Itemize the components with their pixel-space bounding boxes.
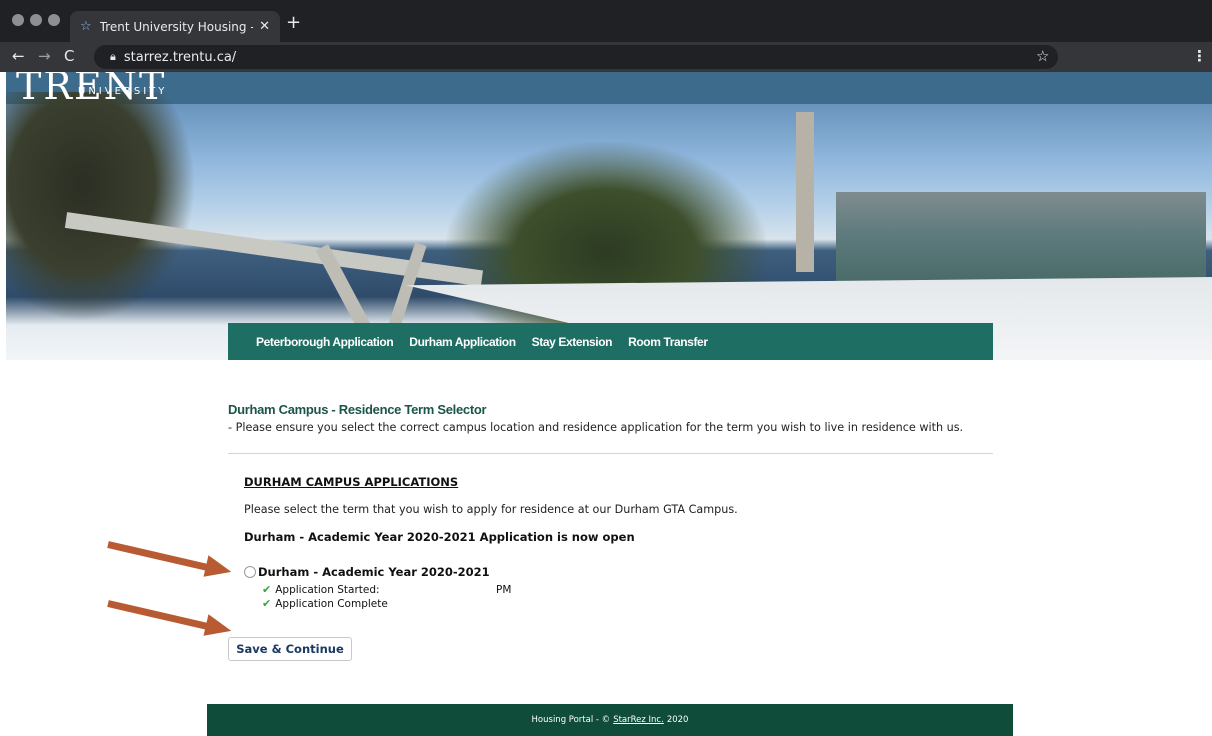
- browser-toolbar: ← → C 🔒︎ starrez.trentu.ca/ ☆ ⋮: [0, 42, 1212, 72]
- status-started: ✔ Application Started: PM: [262, 583, 511, 596]
- browser-tab[interactable]: ☆ Trent University Housing - Dur ✕: [70, 11, 280, 42]
- url-text: starrez.trentu.ca/: [123, 49, 237, 65]
- close-tab-icon[interactable]: ✕: [259, 19, 270, 34]
- term-radio[interactable]: [244, 566, 256, 578]
- forward-icon[interactable]: →: [38, 48, 51, 64]
- logo-subtitle: UNIVERSITY: [78, 86, 168, 97]
- annotation-arrow-head: [203, 555, 234, 583]
- tab-title: Trent University Housing - Dur: [99, 19, 253, 34]
- hero-banner: TRENT UNIVERSITY: [6, 72, 1212, 360]
- status-complete-label: Application Complete: [275, 597, 388, 610]
- lock-icon: 🔒︎: [110, 50, 116, 63]
- annotation-arrow-head: [203, 614, 234, 642]
- portal-nav: Peterborough Application Durham Applicat…: [228, 323, 993, 360]
- back-icon[interactable]: ←: [12, 48, 25, 64]
- browser-menu-icon[interactable]: ⋮: [1192, 47, 1207, 65]
- save-continue-button[interactable]: Save & Continue: [228, 637, 352, 661]
- applications-heading: DURHAM CAMPUS APPLICATIONS: [244, 475, 459, 489]
- footer-prefix: Housing Portal - ©: [531, 715, 611, 725]
- window-minimize-dot[interactable]: [30, 14, 42, 26]
- page-subtitle: - Please ensure you select the correct c…: [228, 421, 964, 434]
- check-icon: ✔: [262, 583, 272, 596]
- annotation-arrow-shaft: [107, 600, 211, 631]
- browser-titlebar: ☆ Trent University Housing - Dur ✕ +: [0, 0, 1212, 42]
- tree-silhouette: [6, 92, 196, 322]
- star-icon: ☆: [80, 19, 92, 34]
- reload-icon[interactable]: C: [64, 48, 74, 64]
- applications-description: Please select the term that you wish to …: [244, 503, 738, 516]
- window-zoom-dot[interactable]: [48, 14, 60, 26]
- nav-stay-extension[interactable]: Stay Extension: [532, 335, 613, 349]
- campus-building: [836, 192, 1206, 282]
- page-title: Durham Campus - Residence Term Selector: [228, 402, 487, 417]
- address-bar[interactable]: 🔒︎ starrez.trentu.ca/: [94, 45, 1058, 69]
- status-started-label: Application Started:: [275, 583, 380, 596]
- starrez-link[interactable]: StarRez Inc.: [613, 715, 664, 725]
- nav-peterborough-application[interactable]: Peterborough Application: [256, 335, 394, 349]
- footer: Housing Portal - © StarRez Inc. 2020: [207, 704, 1013, 736]
- campus-tower: [796, 112, 814, 272]
- application-open-notice: Durham - Academic Year 2020-2021 Applica…: [244, 530, 635, 544]
- nav-room-transfer[interactable]: Room Transfer: [628, 335, 708, 349]
- nav-durham-application[interactable]: Durham Application: [409, 335, 516, 349]
- check-icon: ✔: [262, 597, 272, 610]
- window-close-dot[interactable]: [12, 14, 24, 26]
- footer-year: 2020: [666, 715, 689, 725]
- term-option-label[interactable]: Durham - Academic Year 2020-2021: [258, 565, 490, 579]
- status-complete: ✔ Application Complete: [262, 597, 388, 610]
- divider: [228, 453, 993, 454]
- bookmark-star-icon[interactable]: ☆: [1036, 47, 1049, 65]
- status-started-time-suffix: PM: [496, 583, 512, 596]
- new-tab-icon[interactable]: +: [286, 14, 301, 32]
- annotation-arrow-shaft: [107, 541, 211, 572]
- term-option[interactable]: Durham - Academic Year 2020-2021: [244, 565, 490, 579]
